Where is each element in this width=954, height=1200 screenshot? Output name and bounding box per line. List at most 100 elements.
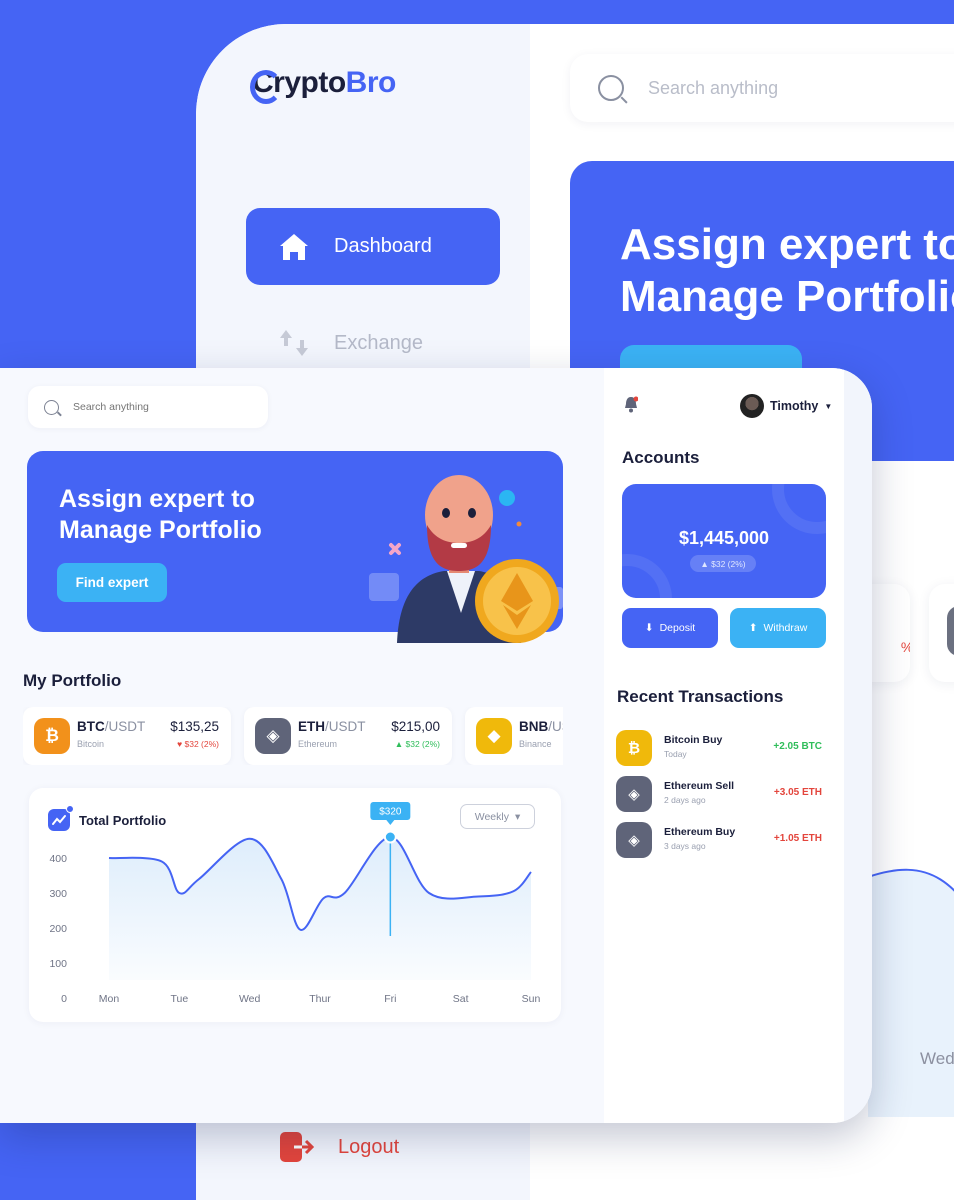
total-portfolio-chart-card: Total Portfolio Weekly ▾ 0 100 200 300 400 Mon… [29,788,561,1022]
sidebar-item-label: Exchange [334,331,423,354]
home-icon [280,233,308,260]
hero-banner: Assign expert to Manage Portfolio Find e… [27,451,563,643]
dashboard-window: Assign expert to Manage Portfolio Find e… [0,368,872,1123]
background-hero-title-line: Assign expert to [620,220,954,269]
transaction-time: Today [664,749,687,759]
portfolio-line-chart: 0 100 200 300 400 Mon Tue Wed Thur Fri Sat Sun $320 [49,802,541,1005]
search-bar[interactable] [28,386,268,428]
accounts-title: Accounts [622,448,700,467]
ethereum-icon: ◈ [616,822,652,858]
search-icon [598,75,624,101]
y-tick-label: 400 [49,853,67,865]
arrow-up-icon: ▲ [394,739,404,749]
coin-icon [947,606,954,656]
transaction-row[interactable]: ◈ Ethereum Buy 3 days ago +1.05 ETH [616,822,828,858]
coin-card-eth[interactable]: ◈ ETH/USDT Ethereum $215,00 ▲ $32 (2%) [244,707,452,765]
bitcoin-icon: ₿ [616,730,652,766]
transaction-amount: +3.05 ETH [773,787,822,798]
transaction-time: 2 days ago [664,795,706,805]
sidebar-item-exchange[interactable]: Exchange [278,328,423,358]
search-input[interactable] [73,401,243,413]
x-tick-label: Sun [522,993,541,1005]
coin-name: Binance [519,739,552,749]
transaction-name: Ethereum Buy [664,826,736,838]
ethereum-icon: ◈ [616,776,652,812]
sidebar-item-dashboard[interactable]: Dashboard [246,208,500,285]
user-name: Timothy [770,399,819,413]
window-edge-strip [844,368,872,1123]
balance-change-badge: ▲ $32 (2%) [690,555,756,572]
account-balance-card: $1,445,000 ▲ $32 (2%) [622,484,826,598]
highlight-point [383,830,397,844]
y-tick-label: 100 [49,958,67,970]
background-coin-card[interactable] [929,584,954,682]
transaction-time: 3 days ago [664,841,706,851]
recent-transactions-title: Recent Transactions [617,687,784,706]
avatar [740,394,764,418]
coin-price: $215,00 [391,719,440,734]
transaction-row[interactable]: ₿ Bitcoin Buy Today +2.05 BTC [616,730,828,766]
app-logo[interactable]: CryptoBro [250,66,397,104]
main-content: Assign expert to Manage Portfolio Find e… [0,368,586,1123]
exchange-icon [280,330,308,356]
background-coin-change: %) [901,639,910,655]
x-tick-label: Mon [99,993,120,1005]
bell-icon[interactable] [624,396,638,413]
background-search-bar[interactable]: Search anything [570,54,954,122]
find-expert-button[interactable]: Find expert [57,563,167,602]
deposit-button[interactable]: ⬇ Deposit [622,608,718,648]
right-panel: Timothy ▼ Accounts $1,445,000 ▲ $32 (2%)… [604,368,844,1123]
ethereum-icon: ◈ [255,718,291,754]
coin-name: Ethereum [298,739,338,749]
transaction-name: Bitcoin Buy [664,734,723,746]
chart-area-fill [109,837,531,980]
coin-card-btc[interactable]: ₿ BTC/USDT Bitcoin $135,25 ♥ $32 (2%) [23,707,231,765]
background-hero-title: Assign expert to Manage Portfolio [620,219,954,323]
coin-card-bnb[interactable]: ◆ BNB/USDT Binance [465,707,563,765]
arrow-down-icon: ⬇ [644,622,654,634]
background-hero-title-line: Manage Portfolio [620,272,954,321]
coin-quote: /USDT [325,719,366,734]
user-menu[interactable]: Timothy ▼ [740,394,832,418]
x-tick-label: Sat [453,993,469,1005]
my-portfolio-title: My Portfolio [23,671,122,690]
coin-base: ETH [298,719,325,734]
bitcoin-icon: ₿ [34,718,70,754]
coin-pair: ETH/USDT [298,719,366,734]
decorative-ring [622,554,672,598]
highlight-tooltip-pointer [386,820,395,825]
y-tick-label: 300 [49,888,67,900]
transaction-amount: +2.05 BTC [773,741,822,752]
background-chart-x-label: Wed [920,1049,954,1068]
coin-quote: /USDT [548,719,563,734]
logo-suffix: Bro [345,66,397,99]
coin-quote: /USDT [104,719,146,734]
search-icon [44,399,59,415]
binance-icon: ◆ [476,718,512,754]
account-balance: $1,445,000 [678,528,770,548]
heart-down-icon: ♥ [177,739,183,749]
decorative-ring [772,484,826,534]
background-search-placeholder: Search anything [648,77,779,98]
coin-pair: BTC/USDT [77,719,145,734]
deposit-label: Deposit [659,622,696,634]
highlight-tooltip-label: $320 [379,807,402,818]
x-tick-label: Thur [309,993,331,1005]
logo-ring-icon [250,70,282,104]
coin-change: ♥ $32 (2%) [177,739,219,749]
chevron-down-icon: ▼ [824,401,833,411]
coin-name: Bitcoin [77,739,105,749]
sidebar-item-logout[interactable]: Logout [278,1130,399,1164]
transaction-row[interactable]: ◈ Ethereum Sell 2 days ago +3.05 ETH [616,776,828,812]
arrow-up-icon: ⬆ [748,622,758,634]
hero-title: Assign expert to Manage Portfolio [59,485,262,544]
coin-base: BNB [519,719,549,734]
coin-price: $135,25 [170,719,219,734]
logout-icon [280,1132,315,1162]
expert-avatar-illustration [369,475,563,643]
withdraw-button[interactable]: ⬆ Withdraw [730,608,826,648]
y-tick-label: 200 [49,923,67,935]
portfolio-coin-list: ₿ BTC/USDT Bitcoin $135,25 ♥ $32 (2%) ◈ … [23,707,563,765]
y-tick-label: 0 [61,993,67,1005]
coin-change: ▲ $32 (2%) [395,739,440,749]
